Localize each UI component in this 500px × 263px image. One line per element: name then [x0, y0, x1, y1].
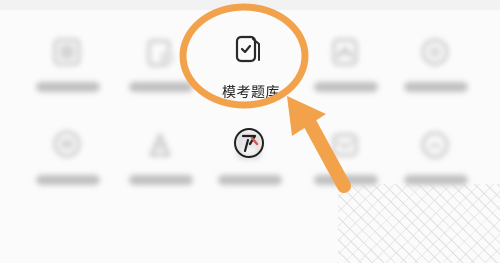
- menu-item-blurred-2[interactable]: [121, 34, 201, 114]
- blurred-label: [404, 82, 468, 92]
- corner-pattern: [338, 184, 500, 263]
- blurred-icon: [148, 40, 174, 66]
- katakana-a-icon: [234, 128, 264, 158]
- blurred-label: [314, 82, 378, 92]
- menu-item-blurred-6[interactable]: [121, 127, 201, 207]
- blurred-label: [129, 175, 193, 185]
- top-bar: [0, 0, 500, 10]
- blurred-icon: [333, 134, 357, 156]
- blurred-icon: [422, 132, 448, 158]
- blurred-icon: [333, 39, 357, 65]
- blurred-label: [218, 175, 282, 185]
- blurred-icon: [54, 39, 80, 65]
- blurred-label: [36, 82, 100, 92]
- menu-item-blurred-1[interactable]: [28, 34, 108, 114]
- blurred-icon: [422, 39, 448, 65]
- document-check-icon: [235, 35, 260, 63]
- app-screen: 模考题库: [0, 0, 500, 263]
- blurred-label: [129, 82, 193, 92]
- blurred-icon: [149, 132, 171, 156]
- menu-item-blurred-5[interactable]: [28, 127, 108, 207]
- mock-exam-label: 模考题库: [222, 85, 280, 101]
- menu-item-blurred-3[interactable]: [306, 34, 386, 114]
- menu-item-blurred-4[interactable]: [396, 34, 476, 114]
- blurred-icon: [54, 131, 80, 157]
- blurred-label: [36, 175, 100, 185]
